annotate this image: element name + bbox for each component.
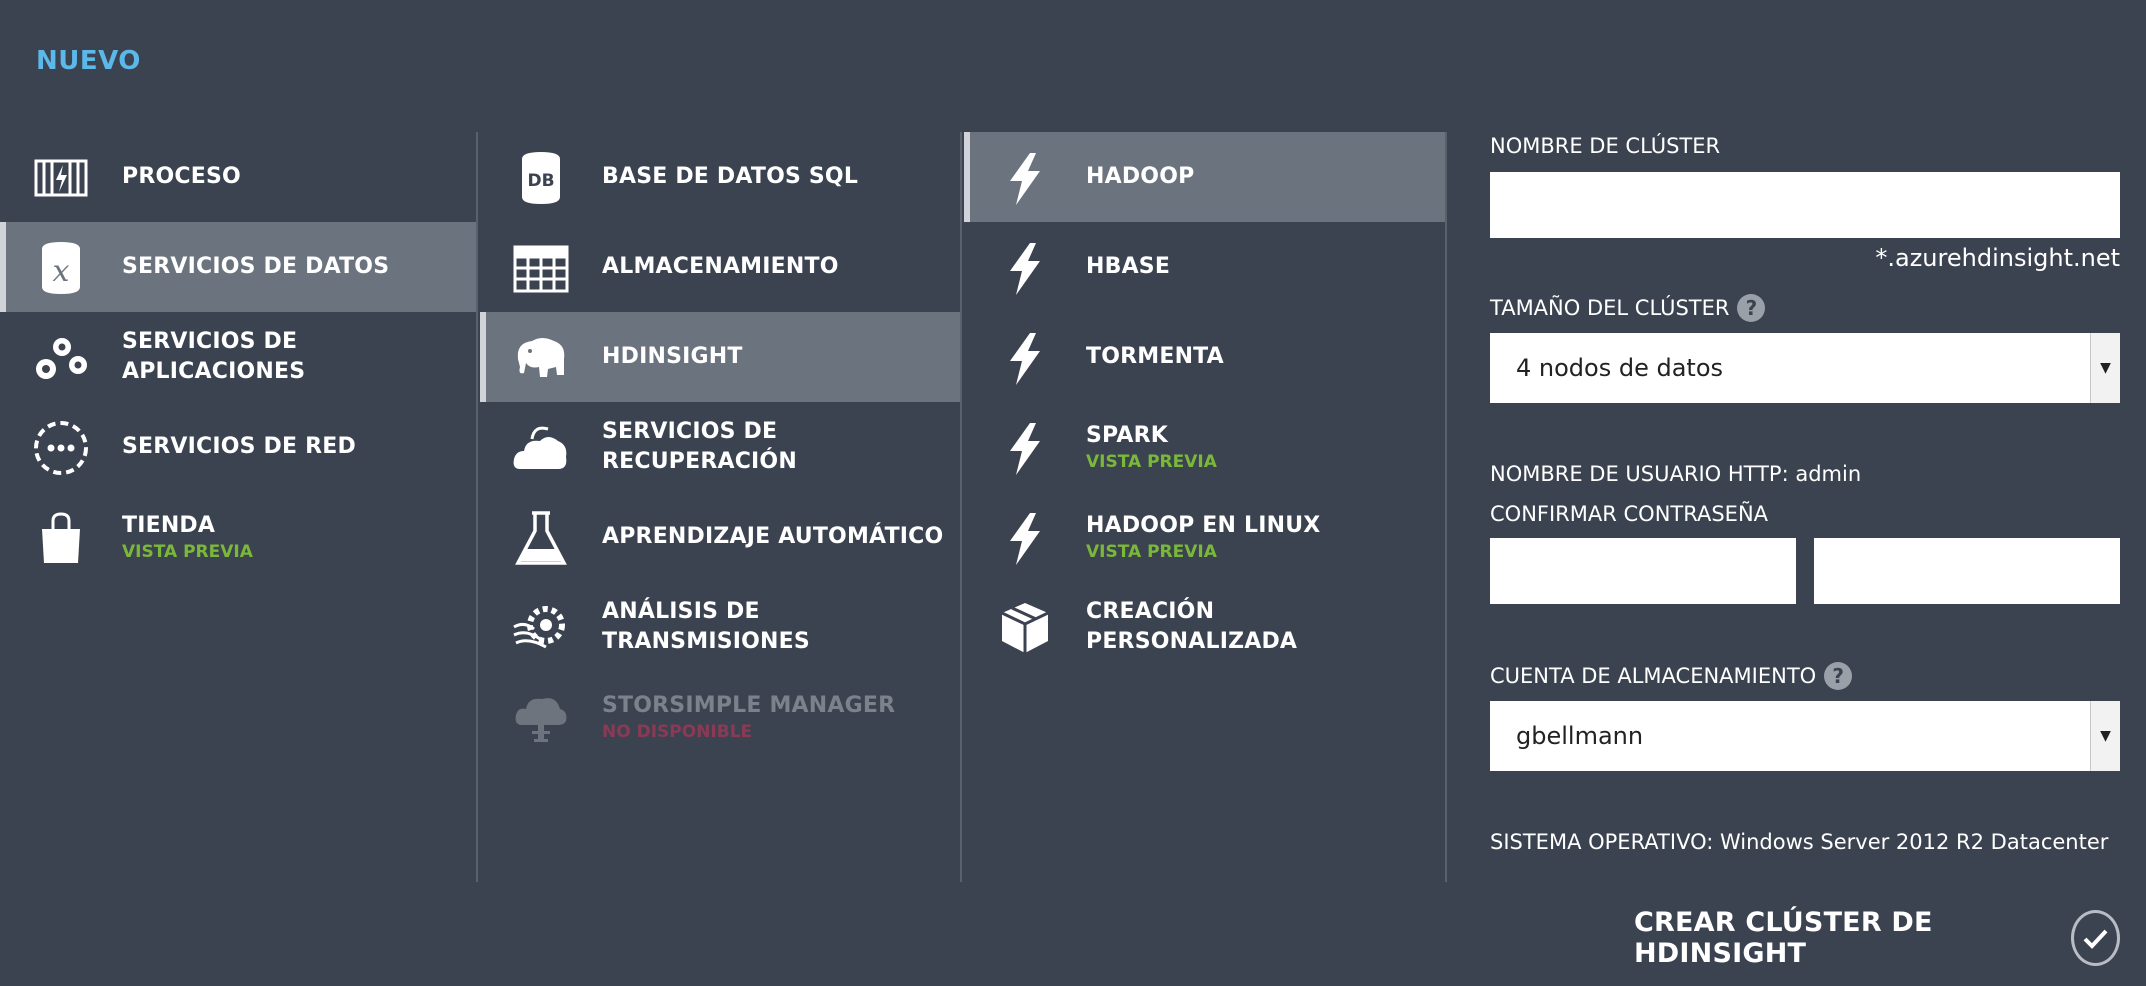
service-label: BASE DE DATOS SQL	[602, 164, 859, 189]
elephant-icon	[512, 329, 570, 387]
category-label: SERVICIOS DE APLICACIONES	[122, 329, 306, 384]
category-store[interactable]: TIENDA VISTA PREVIA	[0, 492, 476, 582]
cluster-type-hadoop-linux[interactable]: HADOOP EN LINUX VISTA PREVIA	[964, 492, 1445, 582]
service-label: ALMACENAMIENTO	[602, 254, 839, 279]
preview-badge: VISTA PREVIA	[1086, 452, 1217, 472]
cluster-type-label: SPARK	[1086, 423, 1168, 448]
service-recovery[interactable]: SERVICIOS DE RECUPERACIÓN	[480, 402, 960, 492]
category-label: PROCESO	[122, 164, 241, 189]
cluster-name-input[interactable]	[1490, 172, 2120, 238]
cluster-type-label-line2: PERSONALIZADA	[1086, 629, 1298, 654]
cluster-type-label: HADOOP	[1086, 164, 1195, 189]
svg-text:DB: DB	[527, 171, 554, 191]
lightning-icon	[996, 149, 1054, 207]
password-field[interactable]	[1490, 538, 1796, 604]
service-machine-learning[interactable]: APRENDIZAJE AUTOMÁTICO	[480, 492, 960, 582]
checkmark-icon[interactable]	[2070, 910, 2120, 966]
chevron-down-icon[interactable]: ▼	[2090, 333, 2120, 403]
cluster-type-list: HADOOP HBASE TORMENTA SPARK VISTA PREVIA…	[964, 132, 1447, 882]
storage-account-select[interactable]: gbellmann ▼	[1490, 701, 2120, 771]
cluster-type-storm[interactable]: TORMENTA	[964, 312, 1445, 402]
service-storage[interactable]: ALMACENAMIENTO	[480, 222, 960, 312]
os-label: SISTEMA OPERATIVO: Windows Server 2012 R…	[1490, 830, 2109, 854]
help-icon[interactable]: ?	[1737, 294, 1766, 322]
cluster-size-label: TAMAÑO DEL CLÚSTER ?	[1490, 294, 1766, 322]
storage-account-label: CUENTA DE ALMACENAMIENTO ?	[1490, 662, 1853, 690]
confirm-password-label: CONFIRMAR CONTRASEÑA	[1490, 502, 1769, 526]
preview-badge: VISTA PREVIA	[1086, 542, 1217, 562]
service-label: APRENDIZAJE AUTOMÁTICO	[602, 524, 944, 549]
service-label: HDINSIGHT	[602, 344, 743, 369]
storsimple-icon	[512, 689, 570, 747]
confirm-password-field[interactable]	[1814, 538, 2120, 604]
cluster-type-label: HADOOP EN LINUX	[1086, 513, 1321, 538]
service-label: STORSIMPLE MANAGER	[602, 693, 896, 718]
lightning-icon	[996, 329, 1054, 387]
category-label: TIENDA	[122, 513, 216, 538]
service-storsimple: STORSIMPLE MANAGER NO DISPONIBLE	[480, 672, 960, 762]
cluster-type-custom-create[interactable]: CREACIÓN PERSONALIZADA	[964, 582, 1445, 672]
cluster-name-label: NOMBRE DE CLÚSTER	[1490, 134, 1721, 158]
cloud-recovery-icon	[512, 419, 570, 477]
create-cluster-label: CREAR CLÚSTER DE HDINSIGHT	[1634, 907, 1933, 969]
cluster-type-label: TORMENTA	[1086, 344, 1224, 369]
category-label: SERVICIOS DE DATOS	[122, 254, 390, 279]
category-compute[interactable]: PROCESO	[0, 132, 476, 222]
service-label: SERVICIOS DE RECUPERACIÓN	[602, 419, 797, 474]
table-grid-icon	[512, 239, 570, 297]
cluster-type-label: HBASE	[1086, 254, 1171, 279]
cluster-type-hbase[interactable]: HBASE	[964, 222, 1445, 312]
gears-icon	[32, 329, 90, 387]
service-hdinsight[interactable]: HDINSIGHT	[480, 312, 960, 402]
chevron-down-icon[interactable]: ▼	[2090, 701, 2120, 771]
cluster-size-select[interactable]: 4 nodos de datos ▼	[1490, 333, 2120, 403]
cluster-type-hadoop[interactable]: HADOOP	[964, 132, 1445, 222]
service-stream-analytics[interactable]: ANÁLISIS DE TRANSMISIONES	[480, 582, 960, 672]
service-sql-database[interactable]: DB BASE DE DATOS SQL	[480, 132, 960, 222]
cluster-name-suffix: *.azurehdinsight.net	[1875, 244, 2120, 272]
category-list: PROCESO x SERVICIOS DE DATOS SERVICIOS D…	[0, 132, 478, 882]
unavailable-badge: NO DISPONIBLE	[602, 722, 753, 742]
lightning-icon	[996, 419, 1054, 477]
shopping-bag-icon	[32, 509, 90, 567]
service-label: ANÁLISIS DE TRANSMISIONES	[602, 599, 810, 654]
category-label: SERVICIOS DE RED	[122, 434, 356, 459]
network-icon	[32, 419, 90, 477]
page-title: NUEVO	[36, 46, 141, 76]
lightning-icon	[996, 509, 1054, 567]
svg-text:x: x	[53, 254, 70, 289]
lightning-icon	[996, 239, 1054, 297]
data-services-icon: x	[32, 239, 90, 297]
cluster-type-label: CREACIÓN	[1086, 599, 1215, 624]
category-data-services[interactable]: x SERVICIOS DE DATOS	[0, 222, 476, 312]
data-services-list: DB BASE DE DATOS SQL ALMACENAMIENTO HDIN…	[480, 132, 962, 882]
preview-badge: VISTA PREVIA	[122, 542, 253, 562]
category-app-services[interactable]: SERVICIOS DE APLICACIONES	[0, 312, 476, 402]
help-icon[interactable]: ?	[1824, 662, 1853, 690]
category-network[interactable]: SERVICIOS DE RED	[0, 402, 476, 492]
package-box-icon	[996, 599, 1054, 657]
cluster-size-value: 4 nodos de datos	[1516, 354, 1724, 382]
database-icon: DB	[512, 149, 570, 207]
compute-icon	[32, 149, 90, 207]
storage-account-value: gbellmann	[1516, 722, 1644, 750]
http-user-label: NOMBRE DE USUARIO HTTP: admin	[1490, 462, 1862, 486]
flask-icon	[512, 509, 570, 567]
stream-gear-icon	[512, 599, 570, 657]
cluster-type-spark[interactable]: SPARK VISTA PREVIA	[964, 402, 1445, 492]
create-cluster-button[interactable]: CREAR CLÚSTER DE HDINSIGHT	[1634, 907, 2120, 969]
